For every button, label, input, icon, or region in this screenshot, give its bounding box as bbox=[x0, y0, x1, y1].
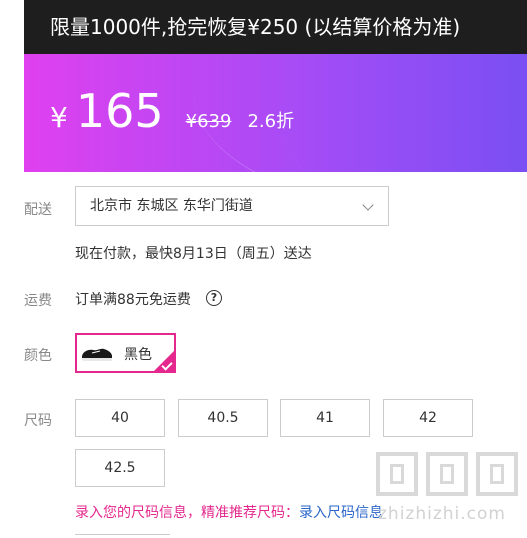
shipping-label: 运费 bbox=[24, 293, 52, 309]
address-select[interactable]: 北京市 东城区 东华门街道 bbox=[75, 186, 389, 226]
color-label: 颜色 bbox=[24, 348, 52, 364]
watermark-glyph bbox=[376, 452, 418, 496]
size-option[interactable]: 41 bbox=[280, 399, 370, 437]
shoe-thumbnail-icon bbox=[82, 348, 112, 361]
discount-label: 2.6折 bbox=[247, 111, 295, 132]
size-hint: 录入您的尺码信息，精准推荐尺码：录入尺码信息 bbox=[75, 502, 383, 522]
watermark-text: zhizhizhi.com bbox=[378, 504, 506, 524]
currency-symbol: ¥ bbox=[50, 101, 68, 134]
delivery-label: 配送 bbox=[24, 202, 52, 218]
banner-decoration bbox=[284, 54, 527, 172]
promo-banner-text: 限量1000件,抢完恢复¥250 (以结算价格为准) bbox=[50, 15, 461, 39]
size-label: 尺码 bbox=[24, 413, 52, 429]
watermark-glyph bbox=[476, 452, 518, 496]
size-option[interactable]: 42 bbox=[383, 399, 473, 437]
shipping-text: 订单满88元免运费 bbox=[75, 292, 191, 308]
watermark-glyph bbox=[426, 452, 468, 496]
help-icon[interactable]: ? bbox=[206, 290, 222, 306]
chevron-down-icon bbox=[362, 199, 374, 211]
cut-off-element bbox=[75, 534, 170, 538]
promo-banner: 限量1000件,抢完恢复¥250 (以结算价格为准) bbox=[24, 0, 527, 54]
size-option[interactable]: 40.5 bbox=[178, 399, 268, 437]
price-banner: ¥165 ¥639 2.6折 bbox=[24, 54, 527, 172]
size-option[interactable]: 42.5 bbox=[75, 449, 165, 487]
color-name: 黑色 bbox=[124, 347, 152, 363]
address-value: 北京市 东城区 东华门街道 bbox=[90, 198, 253, 214]
size-option[interactable]: 40 bbox=[75, 399, 165, 437]
original-price: ¥639 bbox=[185, 111, 232, 132]
color-option-black[interactable]: 黑色 bbox=[75, 333, 176, 373]
current-price: 165 bbox=[75, 84, 164, 138]
size-hint-text: 录入您的尺码信息，精准推荐尺码： bbox=[75, 505, 299, 521]
price-row: ¥165 ¥639 2.6折 bbox=[50, 84, 294, 138]
delivery-eta: 现在付款，最快8月13日（周五）送达 bbox=[75, 246, 312, 262]
watermark: zhizhizhi.com bbox=[374, 452, 524, 534]
size-info-link[interactable]: 录入尺码信息 bbox=[299, 505, 383, 521]
